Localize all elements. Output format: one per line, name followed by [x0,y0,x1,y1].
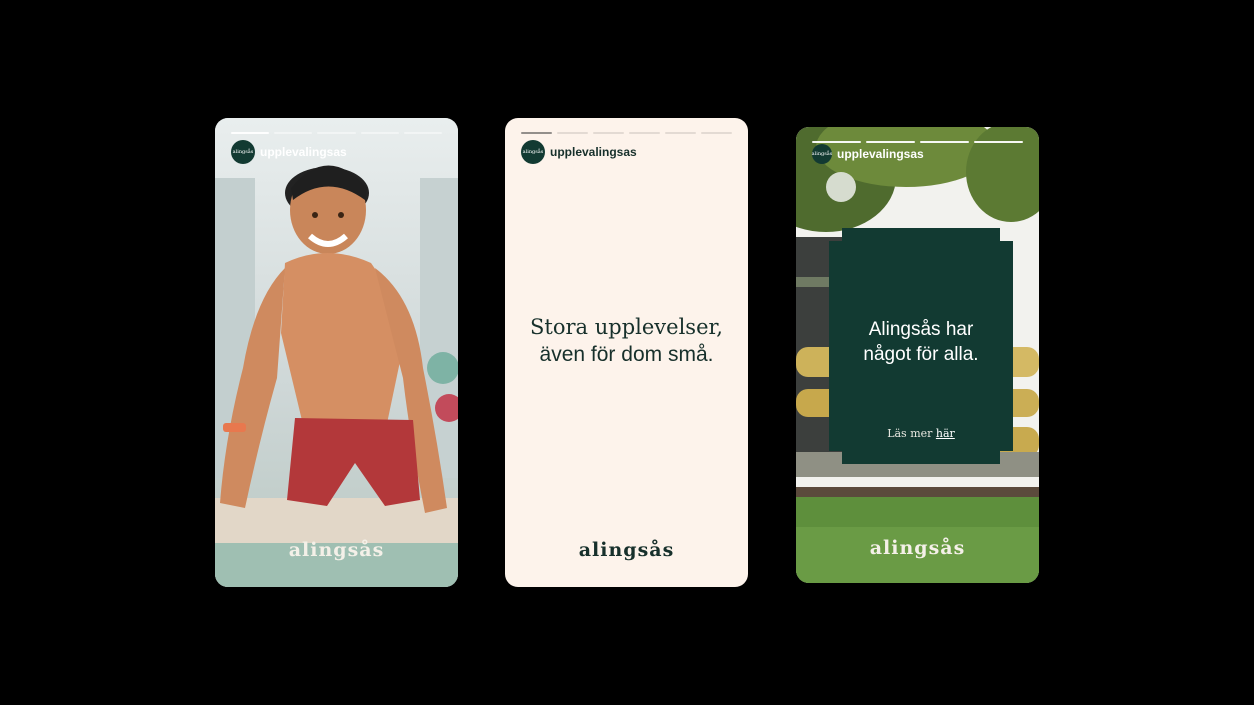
story-header[interactable]: alingsås upplevalingsas [521,140,637,164]
read-more-link[interactable]: här [936,427,955,440]
progress-segment [274,132,313,134]
card-title-line-2: något för alla. [863,344,979,365]
pool-photo [215,118,458,587]
story-headline: Stora upplevelser, även för dom små. [505,314,748,368]
username[interactable]: upplevalingsas [837,147,924,161]
story-progress [521,132,732,134]
progress-segment [557,132,588,134]
progress-segment [920,141,969,143]
progress-segment [403,132,443,134]
story-header[interactable]: alingsås upplevalingsas [231,140,347,164]
progress-segment [866,141,915,143]
read-more-prefix: Läs mer [887,427,936,440]
progress-segment [701,132,732,134]
progress-segment [974,141,1023,143]
progress-segment [317,132,356,134]
story-header[interactable]: alingsås upplevalingsas [812,144,924,164]
story-card-pool[interactable]: alingsås upplevalingsas alingsås [215,118,458,587]
card-title: Alingsås har något för alla. [829,317,1013,367]
promo-card: Alingsås har något för alla. Läs mer här [829,228,1013,464]
story-progress [812,141,1023,143]
card-title-line-1: Alingsås har [868,319,974,340]
progress-segment [231,132,270,134]
brand-wordmark: alingsås [288,539,385,561]
brand-wordmark: alingsås [869,537,966,559]
progress-segment [665,132,696,134]
headline-line-1: Stora upplevelser, [530,315,723,339]
read-more: Läs mer här [829,427,1013,440]
story-card-text[interactable]: alingsås upplevalingsas Stora upplevelse… [505,118,748,587]
brand-wordmark: alingsås [578,539,675,561]
progress-segment [812,141,861,143]
story-progress [231,132,443,134]
username[interactable]: upplevalingsas [550,145,637,159]
progress-segment [521,132,552,134]
progress-segment [629,132,660,134]
username[interactable]: upplevalingsas [260,145,347,159]
avatar[interactable]: alingsås [231,140,255,164]
progress-segment [593,132,624,134]
story-card-park[interactable]: alingsås upplevalingsas Alingsås har någ… [796,127,1039,583]
progress-segment [360,132,399,134]
avatar[interactable]: alingsås [521,140,545,164]
headline-line-2: även för dom små. [539,343,714,366]
avatar[interactable]: alingsås [812,144,832,164]
